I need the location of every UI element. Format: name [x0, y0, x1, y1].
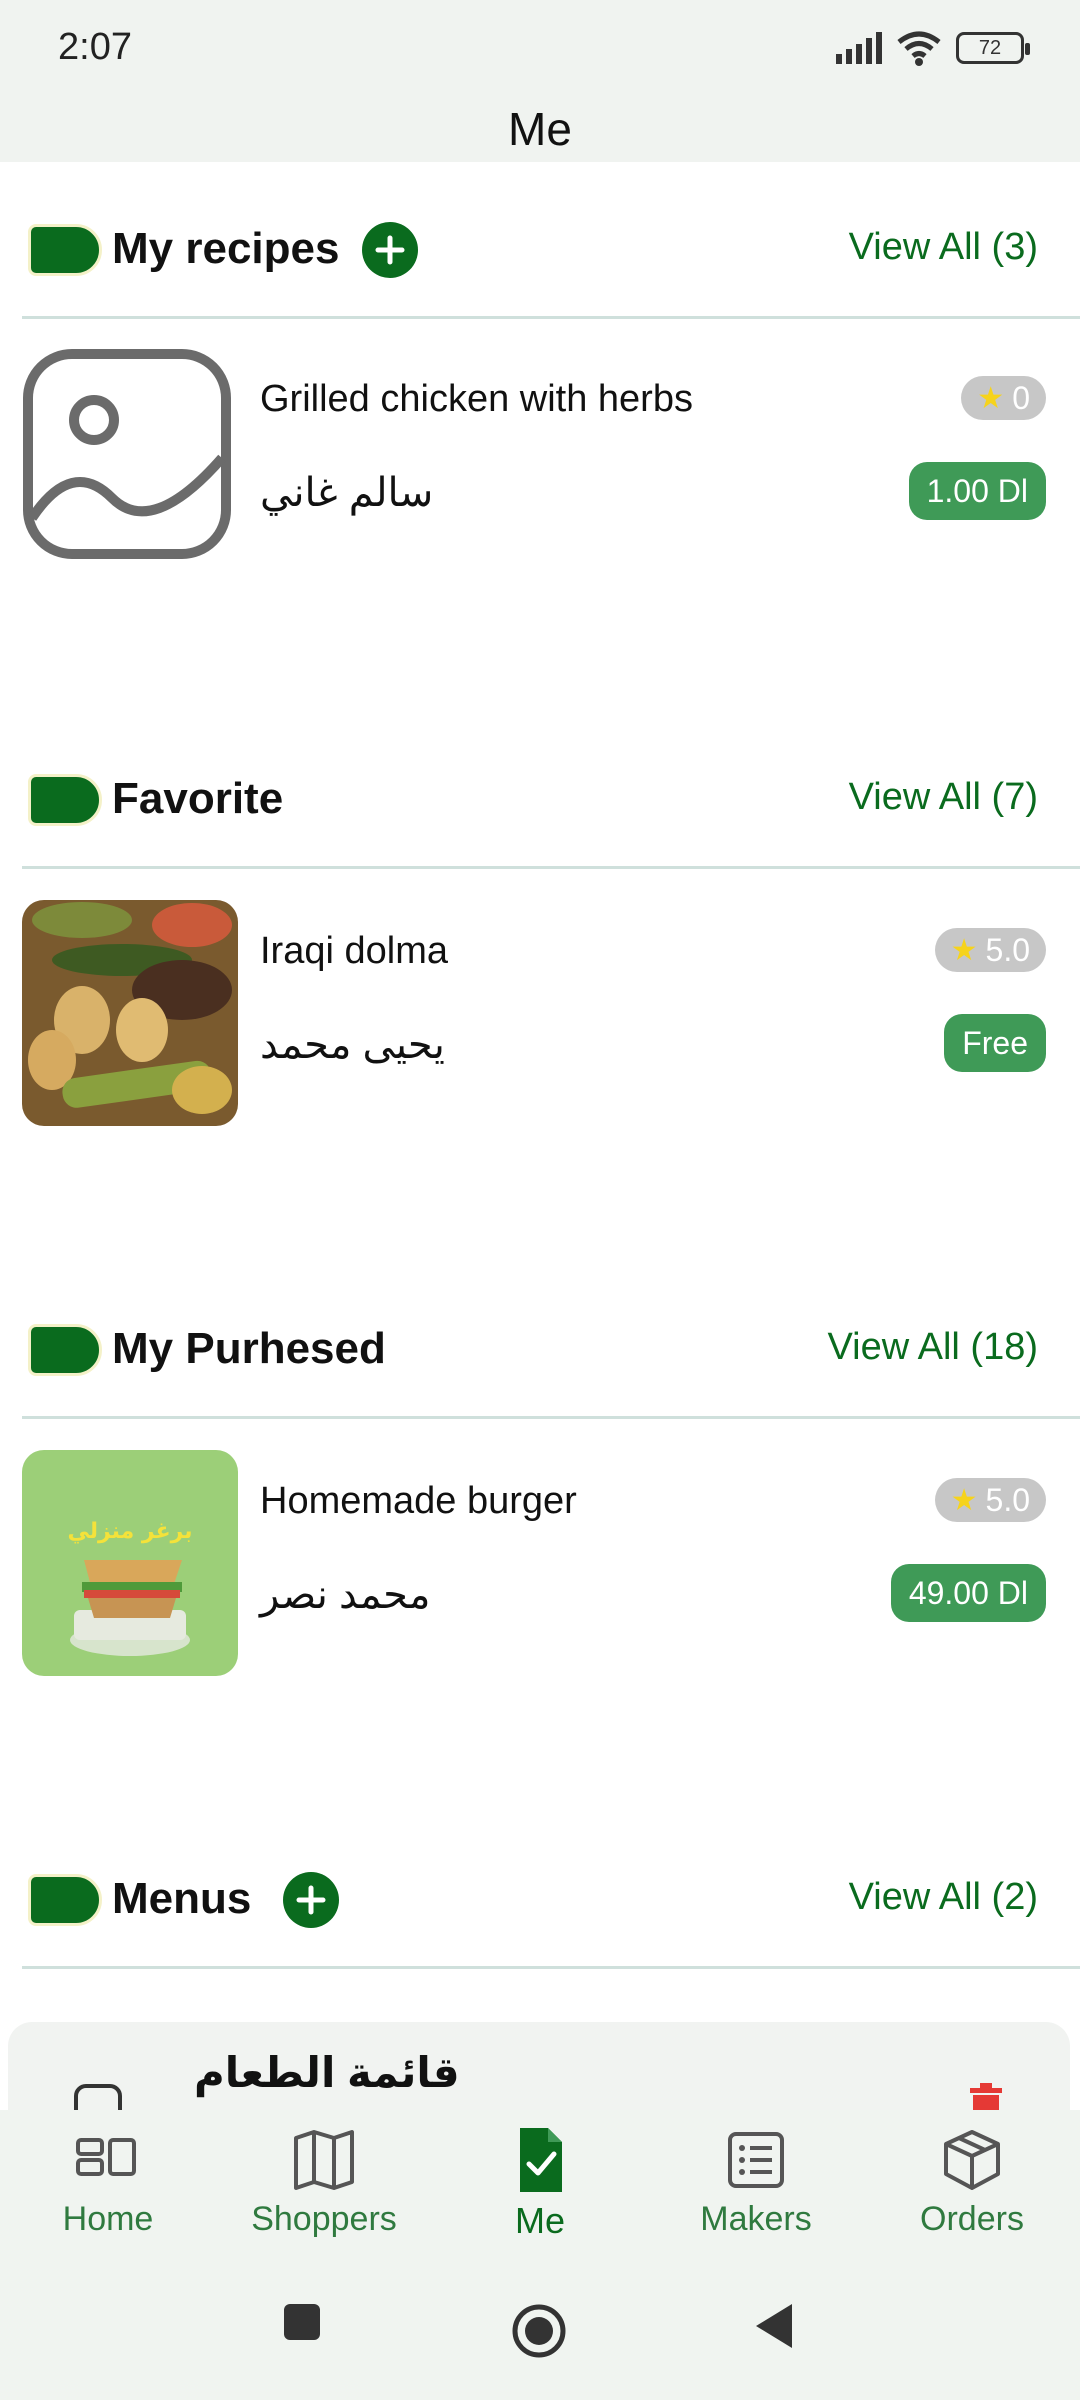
rating-badge: ★ 0: [961, 376, 1046, 420]
rating-value: 5.0: [985, 931, 1030, 968]
status-time: 2:07: [58, 26, 132, 68]
divider: [22, 316, 1080, 319]
system-navigation-bar: [0, 2260, 1080, 2400]
app-bar: Me: [0, 100, 1080, 162]
plus-icon: [296, 1885, 326, 1915]
section-marker-icon: [28, 224, 102, 276]
recipe-title: Grilled chicken with herbs: [260, 378, 693, 420]
rating-value: 5.0: [985, 1481, 1030, 1518]
bottom-navigation: Home Shoppers Me Makers Orders: [0, 2110, 1080, 2260]
star-icon: ★: [950, 933, 978, 967]
recipe-title: Homemade burger: [260, 1480, 577, 1522]
view-all-menus-link[interactable]: View All (2): [849, 1876, 1038, 1919]
section-title: Menus: [112, 1874, 252, 1923]
section-header-menus: Menus View All (2): [0, 1850, 1080, 1950]
nav-shoppers[interactable]: Shoppers: [216, 2128, 432, 2258]
image-placeholder-icon: [22, 348, 232, 560]
status-bar: 2:07 72: [0, 0, 1080, 100]
star-icon: ★: [977, 381, 1005, 415]
nav-label-shoppers: Shoppers: [251, 2200, 397, 2238]
menu-title: قائمة الطعام: [194, 2049, 460, 2096]
recipe-card[interactable]: Grilled chicken with herbs سالم غاني ★ 0 …: [0, 348, 1080, 588]
add-recipe-button[interactable]: [362, 222, 418, 278]
list-icon: [728, 2132, 784, 2188]
section-header-favorite: Favorite View All (7): [0, 750, 1080, 850]
nav-orders[interactable]: Orders: [864, 2128, 1080, 2258]
recipe-title: Iraqi dolma: [260, 930, 448, 972]
burger-image: برغر منزلي: [22, 1450, 238, 1676]
plus-icon: [375, 235, 405, 265]
section-marker-icon: [28, 1324, 102, 1376]
nav-label-home: Home: [62, 2200, 154, 2238]
section-title: Favorite: [112, 774, 284, 823]
section-header-my-recipes: My recipes View All (3): [0, 200, 1080, 300]
page-title: Me: [508, 103, 572, 155]
section-title: My recipes: [112, 224, 340, 273]
favorite-card[interactable]: Iraqi dolma يحيى محمد ★ 5.0 Free: [0, 900, 1080, 1140]
view-all-favorite-link[interactable]: View All (7): [849, 776, 1038, 819]
nav-label-makers: Makers: [700, 2200, 812, 2238]
back-button[interactable]: [752, 2302, 794, 2350]
rating-badge: ★ 5.0: [934, 1478, 1046, 1522]
nav-makers[interactable]: Makers: [648, 2128, 864, 2258]
home-layout-icon: [76, 2138, 136, 2176]
nav-me[interactable]: Me: [432, 2128, 648, 2258]
wifi-icon: [897, 31, 941, 66]
signal-icon: [836, 32, 882, 64]
recipe-author: يحيى محمد: [260, 1023, 445, 1067]
nav-label-orders: Orders: [920, 2200, 1024, 2238]
rating-badge: ★ 5.0: [934, 928, 1046, 972]
price-badge: Free: [944, 1014, 1046, 1072]
recipe-author: سالم غاني: [260, 471, 434, 515]
battery-icon: 72: [956, 32, 1030, 64]
section-header-purchased: My Purhesed View All (18): [0, 1300, 1080, 1400]
purchased-card[interactable]: برغر منزلي Homemade burger محمد نصر ★ 5.0…: [0, 1450, 1080, 1690]
box-icon: [944, 2130, 1000, 2190]
document-check-icon: [520, 2128, 562, 2192]
rating-value: 0: [1012, 379, 1030, 416]
dolma-image: [22, 900, 238, 1126]
nav-label-me: Me: [514, 2200, 565, 2241]
add-menu-button[interactable]: [283, 1872, 339, 1928]
star-icon: ★: [950, 1483, 978, 1517]
recents-button[interactable]: [282, 2302, 322, 2342]
divider: [22, 866, 1080, 869]
section-marker-icon: [28, 774, 102, 826]
recipe-author: محمد نصر: [260, 1573, 431, 1617]
view-all-purchased-link[interactable]: View All (18): [827, 1326, 1038, 1369]
battery-level: 72: [978, 36, 1002, 59]
price-badge: 1.00 Dl: [908, 462, 1046, 520]
section-title: My Purhesed: [112, 1324, 386, 1373]
divider: [22, 1416, 1080, 1419]
section-marker-icon: [28, 1874, 102, 1926]
price-badge: 49.00 Dl: [890, 1564, 1046, 1622]
divider: [22, 1966, 1080, 1969]
burger-image-caption: برغر منزلي: [67, 1519, 192, 1544]
home-button[interactable]: [510, 2302, 568, 2360]
view-all-recipes-link[interactable]: View All (3): [849, 226, 1038, 269]
map-icon: [294, 2130, 354, 2190]
nav-home[interactable]: Home: [0, 2128, 216, 2258]
status-icons: 72: [836, 30, 1030, 66]
